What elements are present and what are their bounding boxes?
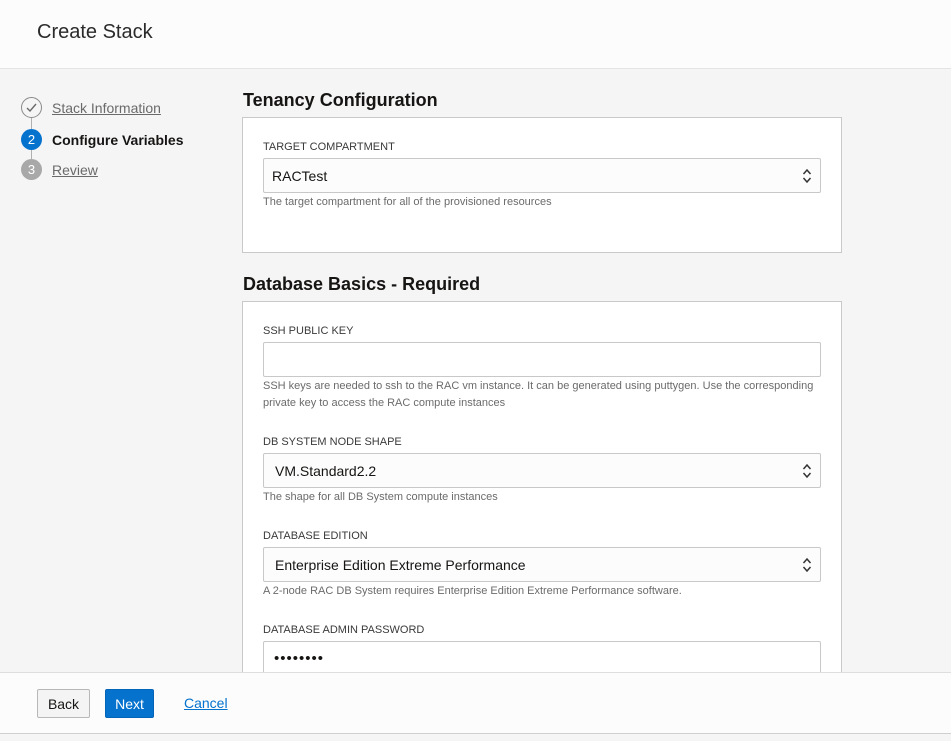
admin-password-input[interactable]: •••••••• — [263, 641, 821, 673]
field-help: The target compartment for all of the pr… — [263, 196, 552, 208]
checkmark-icon — [21, 97, 42, 118]
database-edition-select[interactable]: Enterprise Edition Extreme Performance — [263, 547, 821, 582]
page-footer: Back Next Cancel — [0, 672, 951, 734]
step-label: Configure Variables — [52, 132, 184, 148]
step-stack-information[interactable]: Stack Information — [21, 97, 221, 119]
step-label[interactable]: Review — [52, 162, 98, 178]
select-value: RACTest — [272, 167, 328, 184]
field-help: A 2-node RAC DB System requires Enterpri… — [263, 585, 682, 597]
page-title: Create Stack — [37, 21, 153, 43]
select-value: VM.Standard2.2 — [275, 462, 377, 479]
input-value: •••••••• — [274, 650, 325, 667]
section-title-database: Database Basics - Required — [243, 274, 481, 294]
field-label: DATABASE ADMIN PASSWORD — [263, 624, 425, 636]
cancel-link[interactable]: Cancel — [184, 695, 228, 711]
field-label: SSH PUBLIC KEY — [263, 325, 354, 337]
page-header: Create Stack — [0, 0, 951, 69]
step-review[interactable]: 3 Review — [21, 159, 221, 181]
updown-arrows-icon — [802, 463, 812, 479]
updown-arrows-icon — [802, 557, 812, 573]
tenancy-panel: TARGET COMPARTMENT RACTest The target co… — [242, 117, 842, 253]
step-connector — [31, 118, 32, 129]
ssh-key-input[interactable] — [263, 342, 821, 377]
step-number: 3 — [21, 159, 42, 180]
field-label: DB SYSTEM NODE SHAPE — [263, 436, 402, 448]
step-connector — [31, 150, 32, 159]
field-help: SSH keys are needed to ssh to the RAC vm… — [263, 380, 814, 409]
database-panel: SSH PUBLIC KEY SSH keys are needed to ss… — [242, 301, 842, 673]
compartment-select[interactable]: RACTest — [263, 158, 821, 193]
next-button[interactable]: Next — [105, 689, 154, 718]
step-number: 2 — [21, 129, 42, 150]
node-shape-select[interactable]: VM.Standard2.2 — [263, 453, 821, 488]
select-value: Enterprise Edition Extreme Performance — [275, 556, 526, 573]
back-button[interactable]: Back — [37, 689, 90, 718]
updown-arrows-icon — [802, 168, 812, 184]
step-label[interactable]: Stack Information — [52, 100, 161, 116]
field-label: DATABASE EDITION — [263, 530, 368, 542]
field-help: The shape for all DB System compute inst… — [263, 491, 498, 503]
step-configure-variables: 2 Configure Variables — [21, 129, 221, 151]
section-title-tenancy: Tenancy Configuration — [243, 90, 438, 110]
field-label: TARGET COMPARTMENT — [263, 141, 395, 153]
